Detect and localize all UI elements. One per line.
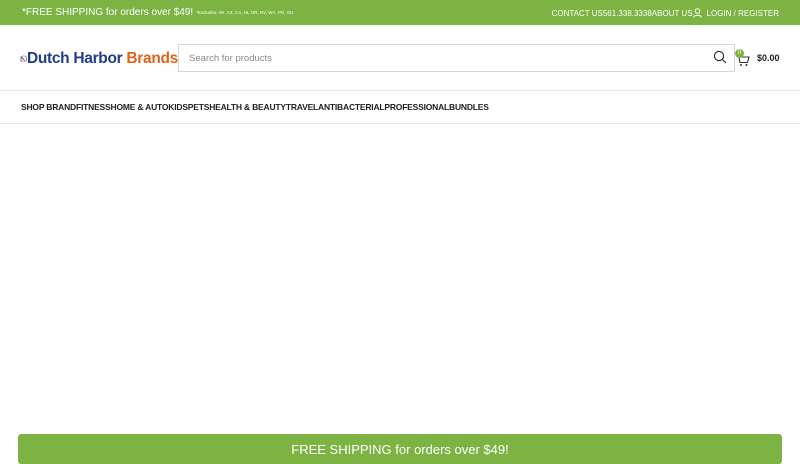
main-navigation: SHOP BRAND FITNESS HOME & AUTO KIDS PETS HEAL… (0, 91, 800, 124)
nav-item-kids[interactable]: KIDS (168, 102, 188, 112)
site-header: Dutch Harbor Brands 0 $0.00 (0, 25, 800, 91)
contact-us-link[interactable]: CONTACT US (552, 9, 603, 18)
cart-total: $0.00 (757, 53, 780, 63)
logo-text-dutch-harbor: Dutch Harbor (26, 50, 123, 67)
phone-link[interactable]: 561.338.3338 (603, 9, 652, 18)
top-links: CONTACT US 561.338.3338 ABOUT US LOGIN /… (552, 8, 779, 18)
top-announcement-bar: *FREE SHIPPING for orders over $49! *Excl… (0, 0, 800, 25)
nav-item-shop-brand[interactable]: SHOP BRAND (21, 102, 76, 112)
logo-wordmark: Dutch Harbor Brands (27, 50, 178, 68)
nav-item-travel[interactable]: TRAVEL (286, 102, 318, 112)
free-shipping-promo: *FREE SHIPPING for orders over $49! *Excl… (22, 7, 293, 18)
promo-text: *FREE SHIPPING for orders over $49! (22, 7, 194, 18)
search-input[interactable] (179, 45, 734, 71)
search-icon[interactable] (713, 50, 727, 64)
free-shipping-banner: FREE SHIPPING for orders over $49! (18, 434, 782, 464)
site-logo[interactable]: Dutch Harbor Brands (20, 40, 178, 78)
promo-exclusions: *Excludes: AK, AZ, CA, HI, OR, NV, WA, P… (196, 9, 294, 15)
login-register-label: LOGIN / REGISTER (706, 8, 779, 18)
logo-text-brands: Brands (126, 50, 178, 67)
cart-count-badge: 0 (735, 49, 744, 58)
nav-item-antibacterial[interactable]: ANTIBACTERIAL (318, 102, 385, 112)
nav-item-fitness[interactable]: FITNESS (76, 102, 111, 112)
sailboat-logo-icon (20, 55, 27, 62)
user-icon (692, 8, 702, 18)
nav-item-home-auto[interactable]: HOME & AUTO (111, 102, 169, 112)
cart-button[interactable]: 0 $0.00 (735, 49, 783, 69)
nav-item-professional[interactable]: PROFESSIONAL (384, 102, 449, 112)
nav-item-bundles[interactable]: BUNDLES (449, 102, 489, 112)
search-box (178, 44, 735, 72)
nav-menu: SHOP BRAND FITNESS HOME & AUTO KIDS PETS HEAL… (21, 102, 489, 112)
login-register-link[interactable]: LOGIN / REGISTER (692, 8, 779, 18)
nav-item-pets[interactable]: PETS (188, 102, 210, 112)
nav-item-health-beauty[interactable]: HEALTH & BEAUTY (209, 102, 286, 112)
about-us-link[interactable]: ABOUT US (652, 9, 693, 18)
